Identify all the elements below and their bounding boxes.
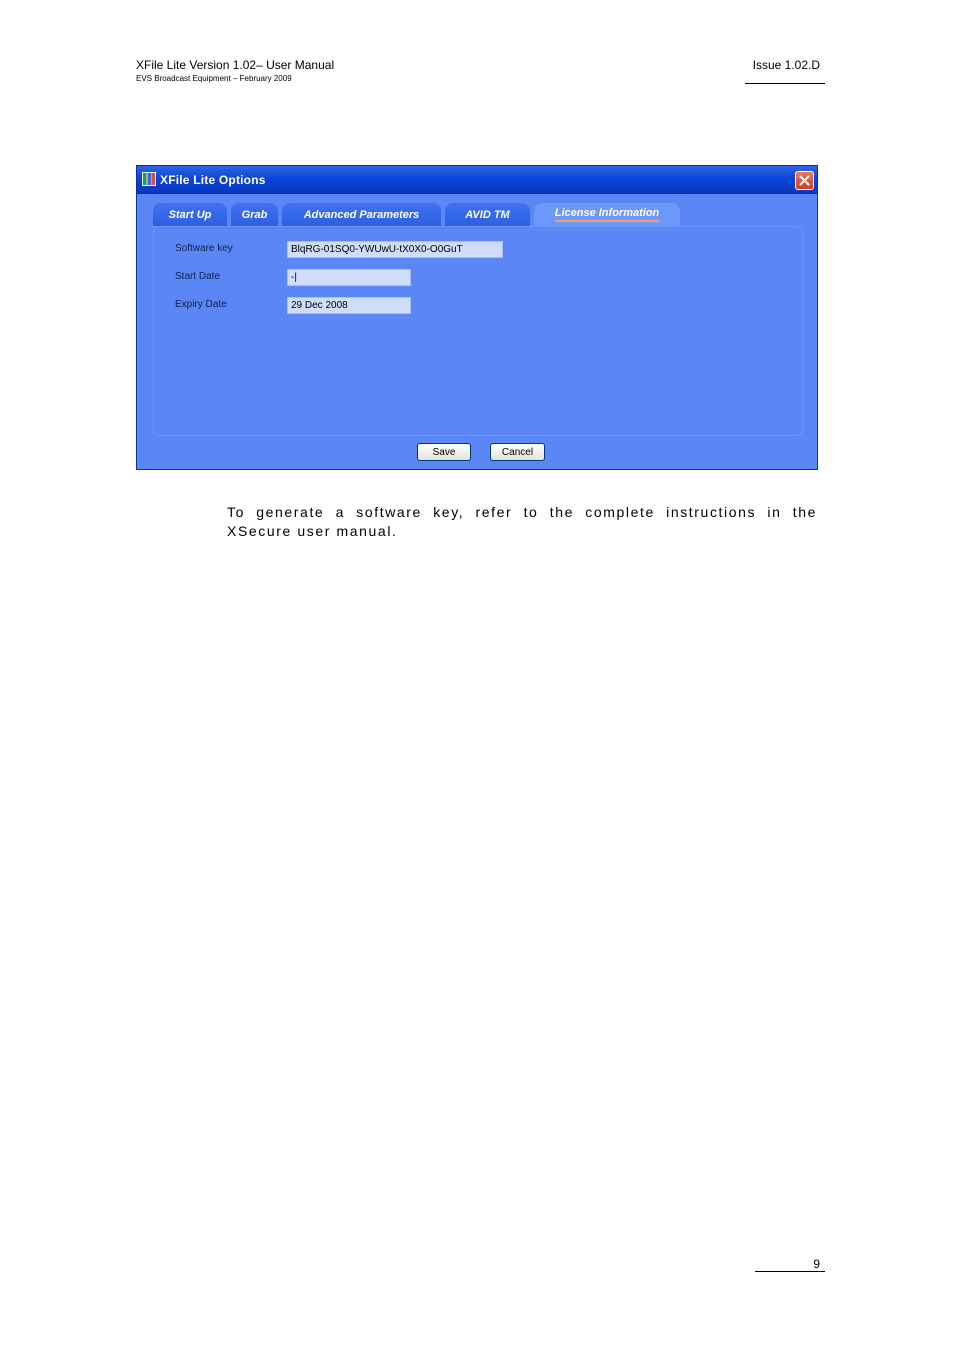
footer-rule bbox=[755, 1271, 825, 1272]
tab-advanced-parameters[interactable]: Advanced Parameters bbox=[282, 203, 441, 226]
header-subtitle: EVS Broadcast Equipment – February 2009 bbox=[136, 74, 292, 83]
close-icon bbox=[799, 175, 810, 186]
dialog-title: XFile Lite Options bbox=[160, 173, 266, 187]
header-issue: Issue 1.02.D bbox=[752, 58, 820, 72]
tab-avid-tm[interactable]: AVID TM bbox=[445, 203, 530, 226]
tab-license-information[interactable]: License Information bbox=[534, 203, 680, 226]
cancel-button[interactable]: Cancel bbox=[490, 443, 545, 461]
tab-grab[interactable]: Grab bbox=[231, 203, 278, 226]
software-key-field[interactable]: BlqRG-01SQ0-YWUwU-tX0X0-O0GuT bbox=[287, 241, 503, 258]
start-date-field[interactable]: -| bbox=[287, 269, 411, 286]
tab-label: Start Up bbox=[168, 208, 212, 221]
tab-label: Advanced Parameters bbox=[303, 208, 420, 221]
expiry-date-field[interactable]: 29 Dec 2008 bbox=[287, 297, 411, 314]
header-rule bbox=[745, 83, 825, 84]
save-button[interactable]: Save bbox=[417, 443, 471, 461]
license-panel: Software key BlqRG-01SQ0-YWUwU-tX0X0-O0G… bbox=[153, 226, 803, 436]
options-dialog: XFile Lite Options Start Up Grab Advance… bbox=[136, 165, 818, 470]
expiry-date-label: Expiry Date bbox=[175, 299, 227, 310]
body-paragraph: To generate a software key, refer to the… bbox=[227, 504, 817, 539]
dialog-titlebar[interactable]: XFile Lite Options bbox=[137, 166, 817, 194]
tab-label: License Information bbox=[554, 207, 660, 222]
start-date-label: Start Date bbox=[175, 271, 221, 282]
software-key-label: Software key bbox=[175, 243, 233, 254]
header-title: XFile Lite Version 1.02– User Manual bbox=[136, 58, 335, 72]
app-icon bbox=[142, 172, 156, 186]
tab-start-up[interactable]: Start Up bbox=[153, 203, 227, 226]
page-number: 9 bbox=[813, 1257, 820, 1271]
close-button[interactable] bbox=[795, 171, 814, 190]
tab-label: AVID TM bbox=[465, 208, 510, 221]
tab-label: Grab bbox=[241, 208, 268, 221]
